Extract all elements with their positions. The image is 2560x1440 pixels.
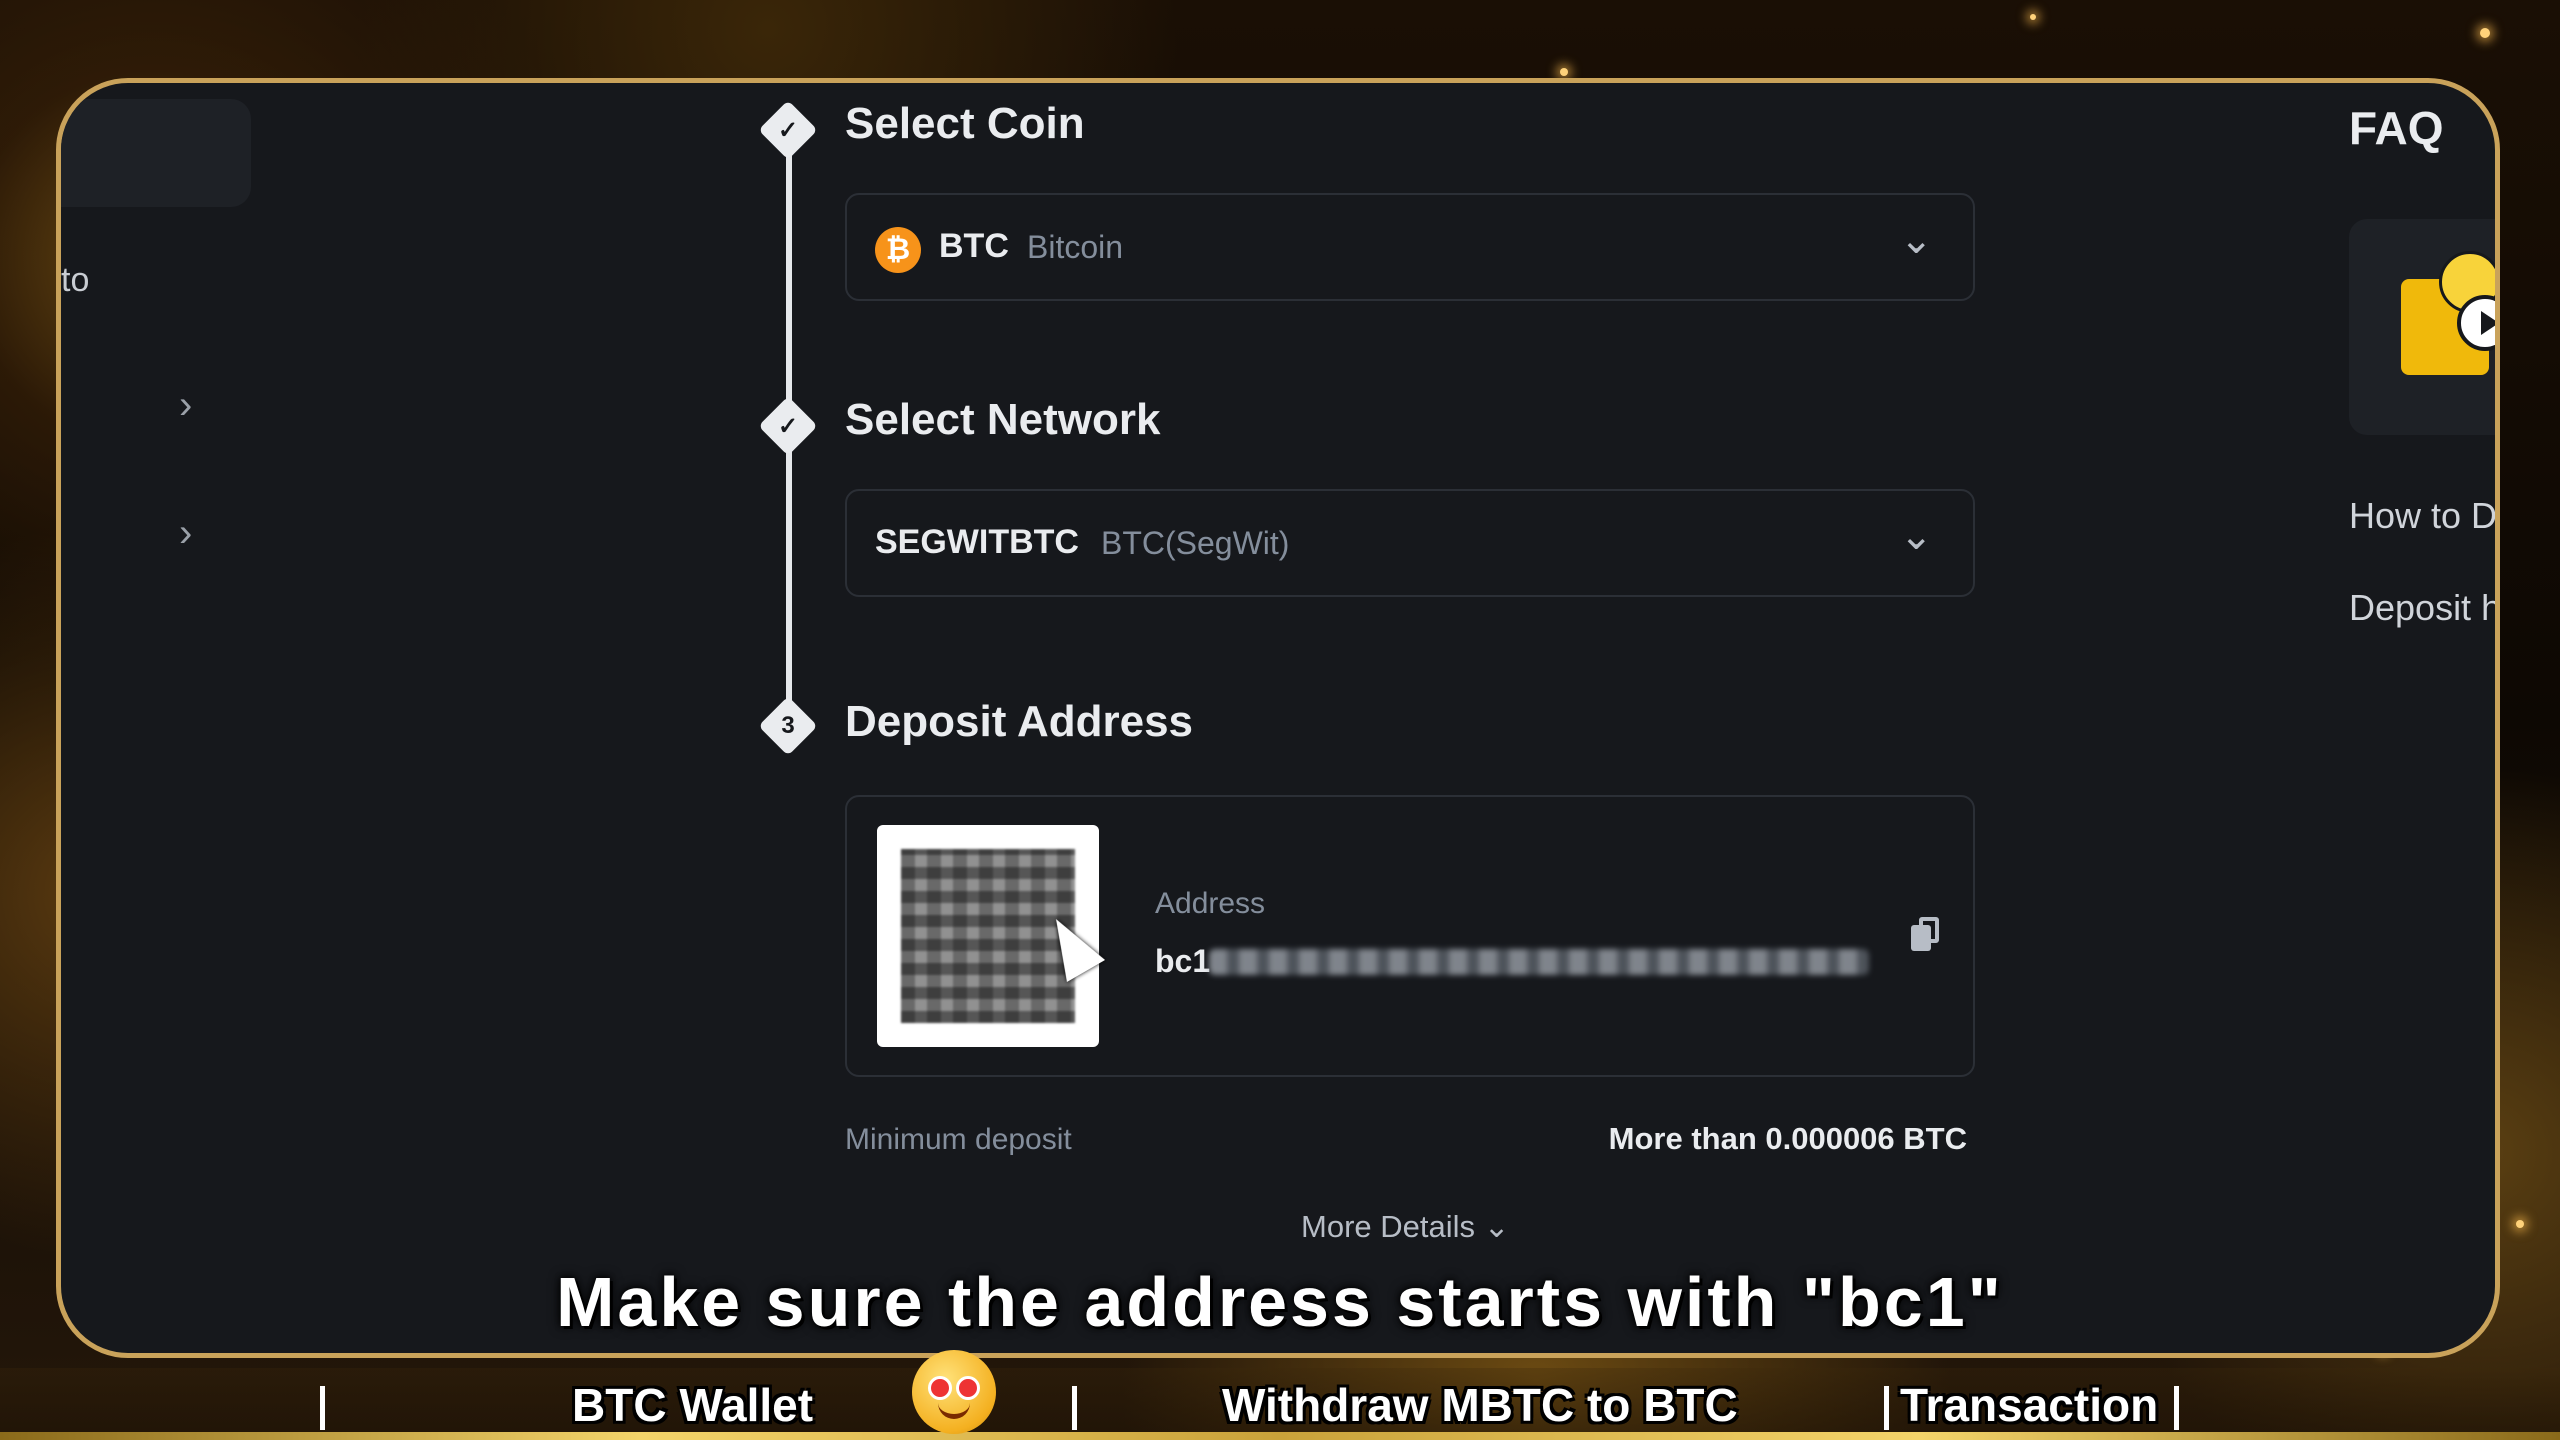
chapter-transaction: Transaction [1900, 1379, 2159, 1431]
step-title-select-network: Select Network [845, 395, 1161, 444]
separator [1072, 1386, 1077, 1430]
deposit-window: to › › ✓ ✓ 3 Select Coin ₿ BTC Bitcoin ⌄… [56, 78, 2500, 1358]
video-subtitle: Make sure the address starts with "bc1" [556, 1263, 2004, 1341]
sparkle [2516, 1220, 2524, 1228]
sidebar-partial-text: to [61, 261, 90, 299]
step-2-check-icon: ✓ [758, 396, 818, 456]
chevron-down-icon: ⌄ [1899, 218, 1933, 262]
separator [2174, 1386, 2179, 1430]
bitcoin-icon: ₿ [875, 227, 921, 273]
network-name: BTC(SegWit) [1101, 525, 1290, 561]
more-details-link[interactable]: More Details ⌄ [1301, 1209, 1510, 1245]
sidebar-card[interactable] [61, 99, 251, 207]
chevron-right-icon[interactable]: › [179, 383, 192, 428]
sparkle [2030, 14, 2036, 20]
left-sidebar: to › › [61, 83, 761, 1353]
chevron-right-icon[interactable]: › [179, 511, 192, 556]
qr-code [877, 825, 1106, 1047]
coin-select[interactable]: ₿ BTC Bitcoin ⌄ [845, 193, 1975, 301]
chapter-withdraw: Withdraw MBTC to BTC [1222, 1379, 1738, 1431]
step-title-deposit-address: Deposit Address [845, 697, 1194, 746]
address-label: Address [1155, 887, 1266, 920]
faq-link[interactable]: Deposit h [2349, 587, 2495, 629]
address-value[interactable]: bc1 [1155, 943, 1210, 980]
address-blurred [1209, 949, 1869, 975]
chevron-down-icon: ⌄ [1899, 514, 1933, 558]
min-deposit-value: More than 0.000006 BTC [1608, 1121, 1967, 1156]
min-deposit-label: Minimum deposit [845, 1123, 1072, 1156]
deposit-address-box: Address bc1 [845, 795, 1975, 1077]
video-chapter-bar: BTC Wallet Withdraw MBTC to BTC Transact… [0, 1368, 2560, 1440]
coin-symbol: BTC [939, 227, 1009, 265]
chapter-btc-wallet: BTC Wallet [572, 1379, 814, 1431]
sparkle [1560, 68, 1568, 76]
network-code: SEGWITBTC [875, 523, 1079, 561]
separator [1884, 1386, 1889, 1430]
gold-divider [0, 1432, 2560, 1440]
separator [320, 1386, 325, 1430]
network-select[interactable]: SEGWITBTC BTC(SegWit) ⌄ [845, 489, 1975, 597]
faq-video-card[interactable] [2349, 219, 2495, 435]
step-3-number-icon: 3 [758, 696, 818, 756]
faq-link[interactable]: How to D [2349, 495, 2495, 537]
faq-title: FAQ [2349, 102, 2444, 154]
mascot-emoji-icon [912, 1350, 996, 1434]
copy-icon[interactable] [1911, 917, 1939, 951]
sparkle [2480, 28, 2490, 38]
step-1-check-icon: ✓ [758, 100, 818, 160]
coin-name: Bitcoin [1027, 229, 1124, 265]
step-title-select-coin: Select Coin [845, 99, 1085, 148]
